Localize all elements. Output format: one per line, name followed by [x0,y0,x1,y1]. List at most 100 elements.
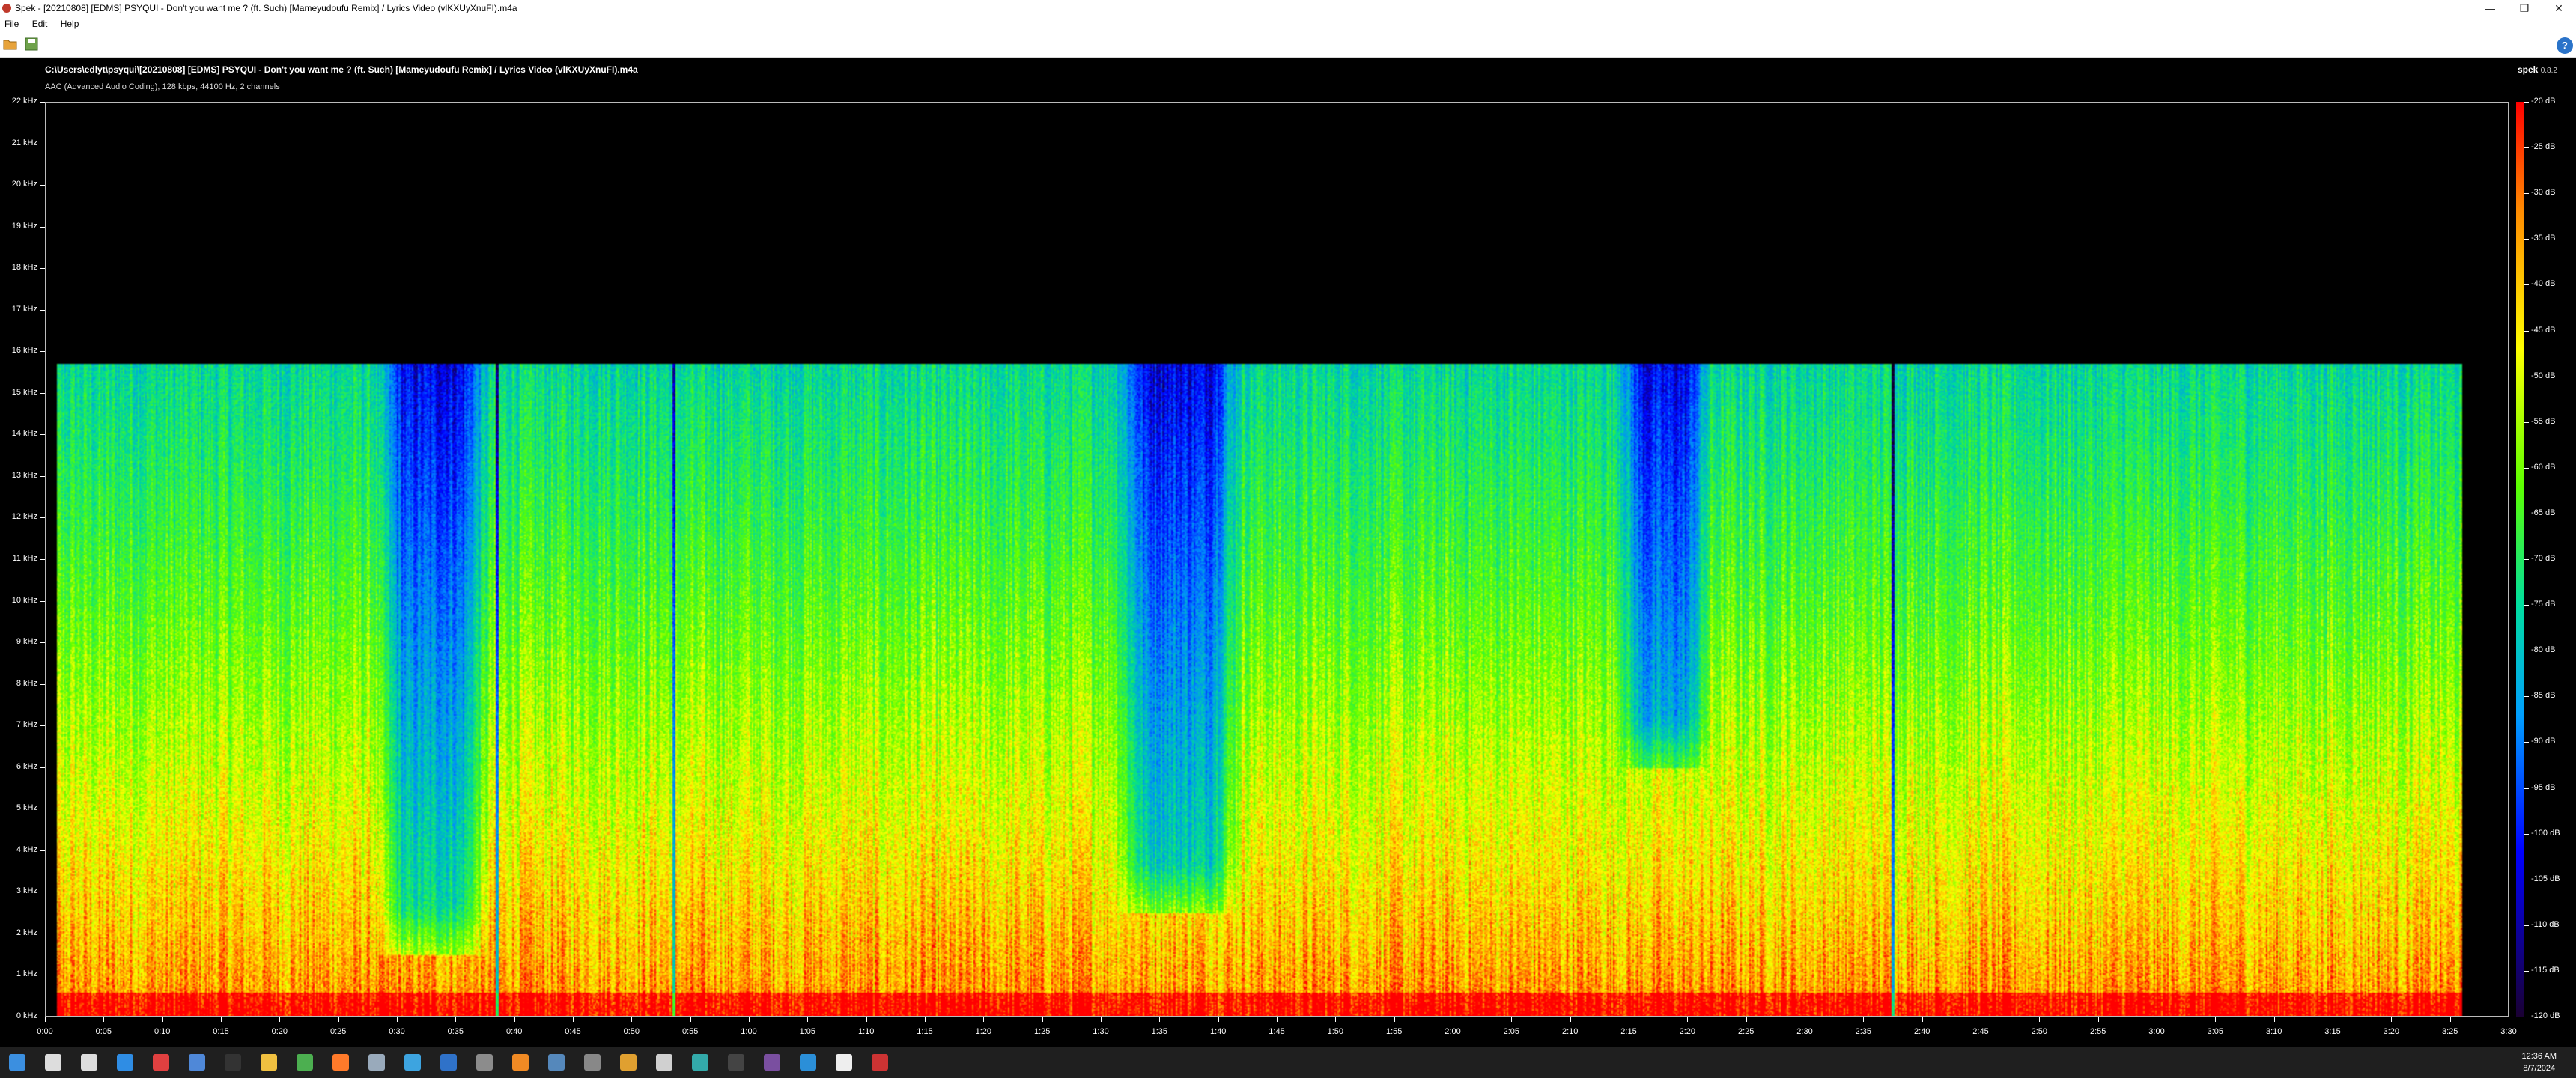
time-tick-label: 3:30 [2500,1027,2517,1036]
menu-file[interactable]: File [0,16,25,29]
time-tick-mark [2039,1017,2041,1022]
time-tick-label: 3:00 [2148,1027,2165,1036]
db-tick-label: -100 dB [2531,828,2560,838]
time-tick-mark [866,1017,867,1022]
search-icon[interactable] [45,1054,61,1071]
title-bar: Spek - [20210808] [EDMS] PSYQUI - Don't … [0,0,2576,16]
time-tick-label: 0:05 [95,1027,112,1036]
time-tick-mark [1335,1017,1337,1022]
time-tick-label: 2:25 [1737,1027,1755,1036]
app-version: 0.8.2 [2540,67,2557,75]
db-tick-label: -120 dB [2531,1011,2560,1020]
time-tick-mark [514,1017,515,1022]
time-tick-label: 0:00 [37,1027,53,1036]
freq-tick-mark [40,850,45,851]
time-tick-mark [1863,1017,1865,1022]
app-icon-doc[interactable] [656,1054,672,1071]
freq-tick-label: 0 kHz [16,1011,37,1020]
time-tick-label: 2:30 [1796,1027,1813,1036]
db-tick-mark [2524,925,2529,926]
app-icon-red[interactable] [153,1054,169,1071]
app-icon-code[interactable] [404,1054,421,1071]
spek-taskbar-icon[interactable] [872,1054,888,1071]
app-icon-blue[interactable] [117,1054,133,1071]
freq-tick-label: 5 kHz [16,803,37,813]
app-icon-3d[interactable] [368,1054,385,1071]
app-icon-gray[interactable] [584,1054,601,1071]
chrome-icon[interactable] [297,1054,313,1071]
time-tick-label: 2:35 [1855,1027,1872,1036]
time-tick-mark [103,1017,105,1022]
app-icon-gear[interactable] [476,1054,493,1071]
time-tick-mark [1511,1017,1513,1022]
freq-tick-mark [40,268,45,270]
minimize-icon[interactable]: — [2473,0,2507,16]
restore-icon[interactable]: ❐ [2507,0,2542,16]
freq-tick-label: 19 kHz [11,221,37,231]
time-tick-label: 0:20 [271,1027,288,1036]
system-clock[interactable]: 12:36 AM 8/7/2024 [2522,1050,2557,1074]
menu-edit[interactable]: Edit [28,16,54,29]
windows-start-icon[interactable] [9,1054,25,1071]
close-icon[interactable]: ✕ [2542,0,2576,16]
freq-tick-mark [40,102,45,103]
db-tick-mark [2524,239,2529,240]
db-tick-mark [2524,696,2529,698]
time-tick-label: 1:10 [857,1027,875,1036]
help-icon[interactable]: ? [2557,37,2573,54]
db-tick-label: -75 dB [2531,600,2556,609]
freq-tick-label: 10 kHz [11,595,37,605]
time-tick-mark [1746,1017,1747,1022]
save-image-icon[interactable] [24,37,39,51]
time-tick-label: 1:00 [741,1027,757,1036]
freq-tick-label: 8 kHz [16,678,37,688]
time-tick-label: 1:50 [1327,1027,1344,1036]
app-icon-obs[interactable] [764,1054,780,1071]
app-icon-dark[interactable] [728,1054,744,1071]
menu-bar: File Edit Help [0,16,2576,31]
time-tick-mark [690,1017,691,1022]
freq-tick-label: 20 kHz [11,180,37,189]
db-tick-label: -35 dB [2531,234,2556,243]
app-icon-teal[interactable] [692,1054,708,1071]
spek-app-icon [2,4,11,13]
time-tick-mark [925,1017,926,1022]
terminal-icon[interactable] [225,1054,241,1071]
db-tick-mark [2524,605,2529,606]
time-tick-label: 0:10 [154,1027,171,1036]
time-tick-label: 3:25 [2441,1027,2458,1036]
app-icon-orange[interactable] [512,1054,529,1071]
app-icon-chart[interactable] [548,1054,565,1071]
freq-tick-mark [40,226,45,228]
app-icon-blue-3[interactable] [440,1054,457,1071]
time-tick-mark [1101,1017,1102,1022]
folder-icon[interactable] [261,1054,277,1071]
db-tick-mark [2524,833,2529,835]
time-tick-label: 2:15 [1620,1027,1637,1036]
time-tick-mark [1394,1017,1395,1022]
time-tick-mark [983,1017,985,1022]
freq-tick-mark [40,559,45,560]
time-tick-label: 0:45 [565,1027,581,1036]
vscode-icon[interactable] [800,1054,816,1071]
time-tick-mark [162,1017,163,1022]
app-icon-blue-2[interactable] [189,1054,205,1071]
freq-tick-label: 22 kHz [11,97,37,106]
menu-help[interactable]: Help [56,16,85,29]
time-tick-label: 2:50 [2031,1027,2048,1036]
time-tick-mark [807,1017,809,1022]
db-tick-label: -70 dB [2531,554,2556,563]
task-view-icon[interactable] [81,1054,97,1071]
firefox-icon[interactable] [332,1054,349,1071]
freq-tick-label: 12 kHz [11,512,37,522]
file-path-label: C:\Users\edlyt\psyqui\[20210808] [EDMS] … [45,64,638,75]
open-file-icon[interactable] [3,37,18,51]
app-icon-white[interactable] [836,1054,852,1071]
app-icon-search[interactable] [620,1054,637,1071]
time-tick-mark [2215,1017,2217,1022]
audio-info-label: AAC (Advanced Audio Coding), 128 kbps, 4… [45,82,280,91]
clock-time: 12:36 AM [2521,1052,2557,1061]
time-tick-label: 3:05 [2207,1027,2224,1036]
freq-tick-mark [40,600,45,602]
db-tick-label: -105 dB [2531,874,2560,883]
